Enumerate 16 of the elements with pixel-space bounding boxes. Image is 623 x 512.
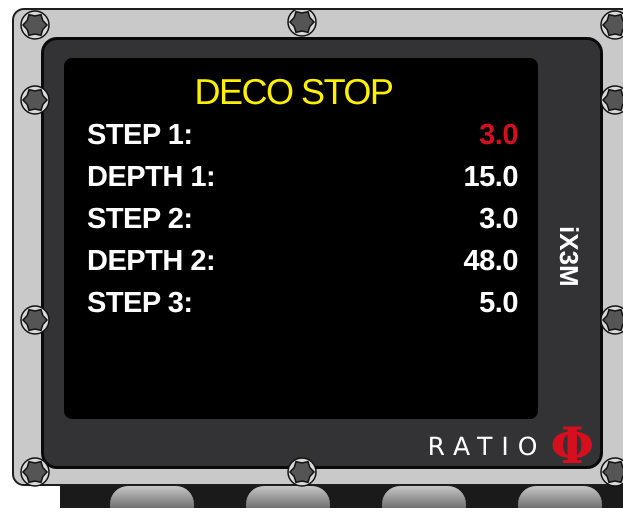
setting-label: STEP 1: — [87, 118, 193, 152]
screw-icon — [20, 10, 50, 40]
setting-label: STEP 3: — [87, 286, 193, 320]
setting-value[interactable]: 15.0 — [464, 160, 518, 194]
setting-value[interactable]: 48.0 — [464, 244, 518, 278]
brand-logo: Φ — [550, 421, 594, 471]
setting-value[interactable]: 3.0 — [479, 118, 518, 152]
screen-title: DECO STOP — [194, 72, 392, 112]
setting-value[interactable]: 3.0 — [479, 202, 518, 236]
screw-icon — [600, 10, 623, 40]
setting-label: DEPTH 2: — [87, 244, 216, 278]
setting-label: DEPTH 1: — [87, 160, 216, 194]
setting-value[interactable]: 5.0 — [479, 286, 518, 320]
setting-label: STEP 2: — [87, 202, 193, 236]
brand-name: RATIO — [428, 432, 546, 460]
model-name: iX3M — [556, 226, 582, 287]
